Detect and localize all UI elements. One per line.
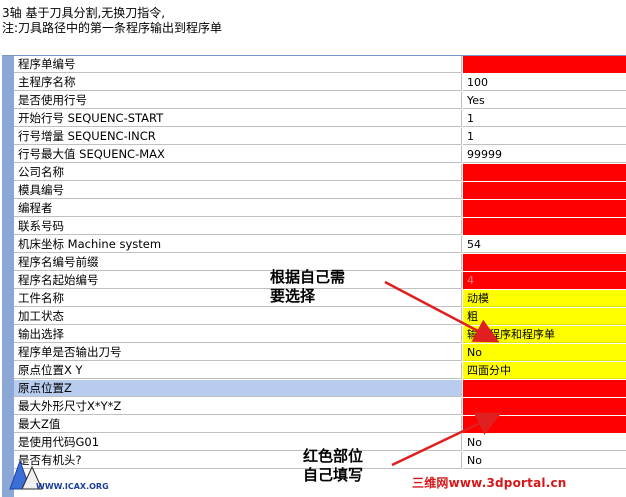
property-row[interactable]: 最大Z值 [14,416,626,434]
property-value-field[interactable]: Yes [463,92,626,109]
property-value-field[interactable]: No [463,452,626,469]
property-label: 程序单是否输出刀号 [14,344,462,361]
property-row[interactable]: 机床坐标 Machine system 54 [14,236,626,254]
property-value-field[interactable]: 100 [463,74,626,91]
property-label: 是否使用行号 [14,92,462,109]
property-value-field[interactable]: 1 [463,110,626,127]
property-value-field[interactable]: 动模 [463,290,626,307]
property-label: 程序单编号 [14,56,462,73]
property-label: 行号最大值 SEQUENC-MAX [14,146,462,163]
property-label: 模具编号 [14,182,462,199]
property-row[interactable]: 开始行号 SEQUENC-START 1 [14,110,626,128]
property-value-field[interactable] [463,254,626,271]
annotation-line: 自己填写 [302,466,363,484]
grid-gutter [2,56,14,497]
property-row[interactable]: 行号增量 SEQUENC-INCR 1 [14,128,626,146]
property-label: 主程序名称 [14,74,462,91]
annotation-fill-red: 红色部位 自己填写 [288,447,378,485]
property-row[interactable]: 原点位置X Y 四面分中 [14,362,626,380]
property-row[interactable]: 主程序名称 100 [14,74,626,92]
property-row[interactable]: 原点位置Z [14,380,626,398]
property-value-field[interactable]: No [463,344,626,361]
watermark-text: 三维网www.3dportal.cn [412,476,567,490]
property-label: 机床坐标 Machine system [14,236,462,253]
property-row[interactable]: 编程者 [14,200,626,218]
property-value-field[interactable]: 4 [463,272,626,289]
property-row[interactable]: 行号最大值 SEQUENC-MAX 99999 [14,146,626,164]
annotation-line: 红色部位 [302,447,363,465]
property-label: 原点位置Z [14,380,462,397]
property-value-field[interactable] [463,182,626,199]
property-label: 输出选择 [14,326,462,343]
property-label: 程序名编号前缀 [14,254,462,271]
annotation-line: 要选择 [270,287,316,305]
property-label: 开始行号 SEQUENC-START [14,110,462,127]
description-line-1: 3轴 基于刀具分割,无换刀指令, [2,6,166,20]
property-row[interactable]: 程序单编号 [14,56,626,74]
property-value-field[interactable]: 四面分中 [463,362,626,379]
property-label: 原点位置X Y [14,362,462,379]
property-value-field[interactable] [463,56,626,73]
property-value-field[interactable]: 99999 [463,146,626,163]
property-row[interactable]: 加工状态粗 [14,308,626,326]
property-value-field[interactable]: 输出程序和程序单 [463,326,626,343]
property-label: 程序名起始编号 [14,272,462,289]
property-value-field[interactable]: No [463,434,626,451]
property-value-field[interactable] [463,164,626,181]
property-label: 工件名称 [14,290,462,307]
property-value-field[interactable] [463,398,626,415]
property-label: 联系号码 [14,218,462,235]
property-value-field[interactable] [463,416,626,433]
description-line-2: 注:刀具路径中的第一条程序输出到程序单 [2,21,223,35]
property-row[interactable]: 是否使用行号 Yes [14,92,626,110]
annotation-choose-as-needed: 根据自己需 要选择 [270,268,380,306]
property-value-field[interactable] [463,380,626,397]
property-row[interactable]: 最大外形尺寸X*Y*Z [14,398,626,416]
property-label: 加工状态 [14,308,462,325]
property-value-field[interactable] [463,200,626,217]
property-row[interactable]: 输出选择 输出程序和程序单 [14,326,626,344]
annotation-line: 根据自己需 [270,268,346,286]
property-label: 最大Z值 [14,416,462,433]
property-row[interactable]: 联系号码 [14,218,626,236]
property-value-field[interactable] [463,218,626,235]
icax-logo: WWW.ICAX.ORG [6,453,126,493]
property-value-field[interactable]: 1 [463,128,626,145]
property-label: 是使用代码G01 [14,434,462,451]
property-value-field[interactable]: 54 [463,236,626,253]
property-value-field[interactable]: 粗 [463,308,626,325]
description-text: 3轴 基于刀具分割,无换刀指令, 注:刀具路径中的第一条程序输出到程序单 [2,6,222,36]
property-row[interactable]: 公司名称 [14,164,626,182]
logo-text: WWW.ICAX.ORG [36,482,109,491]
property-label: 公司名称 [14,164,462,181]
property-row[interactable]: 程序单是否输出刀号 No [14,344,626,362]
property-label: 编程者 [14,200,462,217]
property-row[interactable]: 模具编号 [14,182,626,200]
property-label: 最大外形尺寸X*Y*Z [14,398,462,415]
property-label: 行号增量 SEQUENC-INCR [14,128,462,145]
